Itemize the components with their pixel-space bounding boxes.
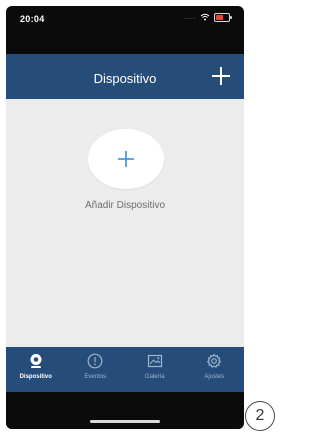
status-time: 20:04	[20, 14, 45, 24]
status-icons: ....	[184, 12, 232, 22]
header-bar: Dispositivo	[6, 54, 244, 100]
add-device-header-button[interactable]	[208, 63, 234, 89]
home-area	[6, 392, 244, 429]
wifi-icon	[200, 13, 210, 21]
gear-icon	[206, 353, 222, 369]
image-icon	[147, 353, 163, 369]
phone-screen: 20:04 .... Dispositivo Añadir Dispositiv…	[6, 6, 244, 429]
add-device-button[interactable]	[88, 129, 164, 189]
tab-bar: Dispositivo Eventos Galería Ajustes	[6, 347, 244, 392]
tab-label: Dispositivo	[19, 374, 52, 380]
tab-label: Ajustes	[204, 374, 225, 380]
battery-level	[216, 14, 223, 20]
plus-icon	[212, 67, 230, 85]
tab-label: Galería	[144, 374, 165, 380]
tab-label: Eventos	[84, 374, 107, 380]
camera-icon	[28, 353, 44, 369]
tab-galeria[interactable]: Galería	[125, 347, 185, 392]
tab-ajustes[interactable]: Ajustes	[185, 347, 245, 392]
plus-icon	[118, 151, 134, 167]
alert-icon	[87, 353, 103, 369]
tab-eventos[interactable]: Eventos	[66, 347, 126, 392]
status-bar: 20:04 ....	[6, 6, 244, 54]
battery-icon	[214, 12, 232, 22]
add-device-label[interactable]: Añadir Dispositivo	[6, 200, 244, 211]
device-list-area: Añadir Dispositivo	[6, 99, 244, 347]
page-number-badge: 2	[245, 401, 275, 431]
signal-icon: ....	[184, 13, 196, 21]
home-indicator[interactable]	[90, 420, 160, 423]
tab-dispositivo[interactable]: Dispositivo	[6, 347, 66, 392]
